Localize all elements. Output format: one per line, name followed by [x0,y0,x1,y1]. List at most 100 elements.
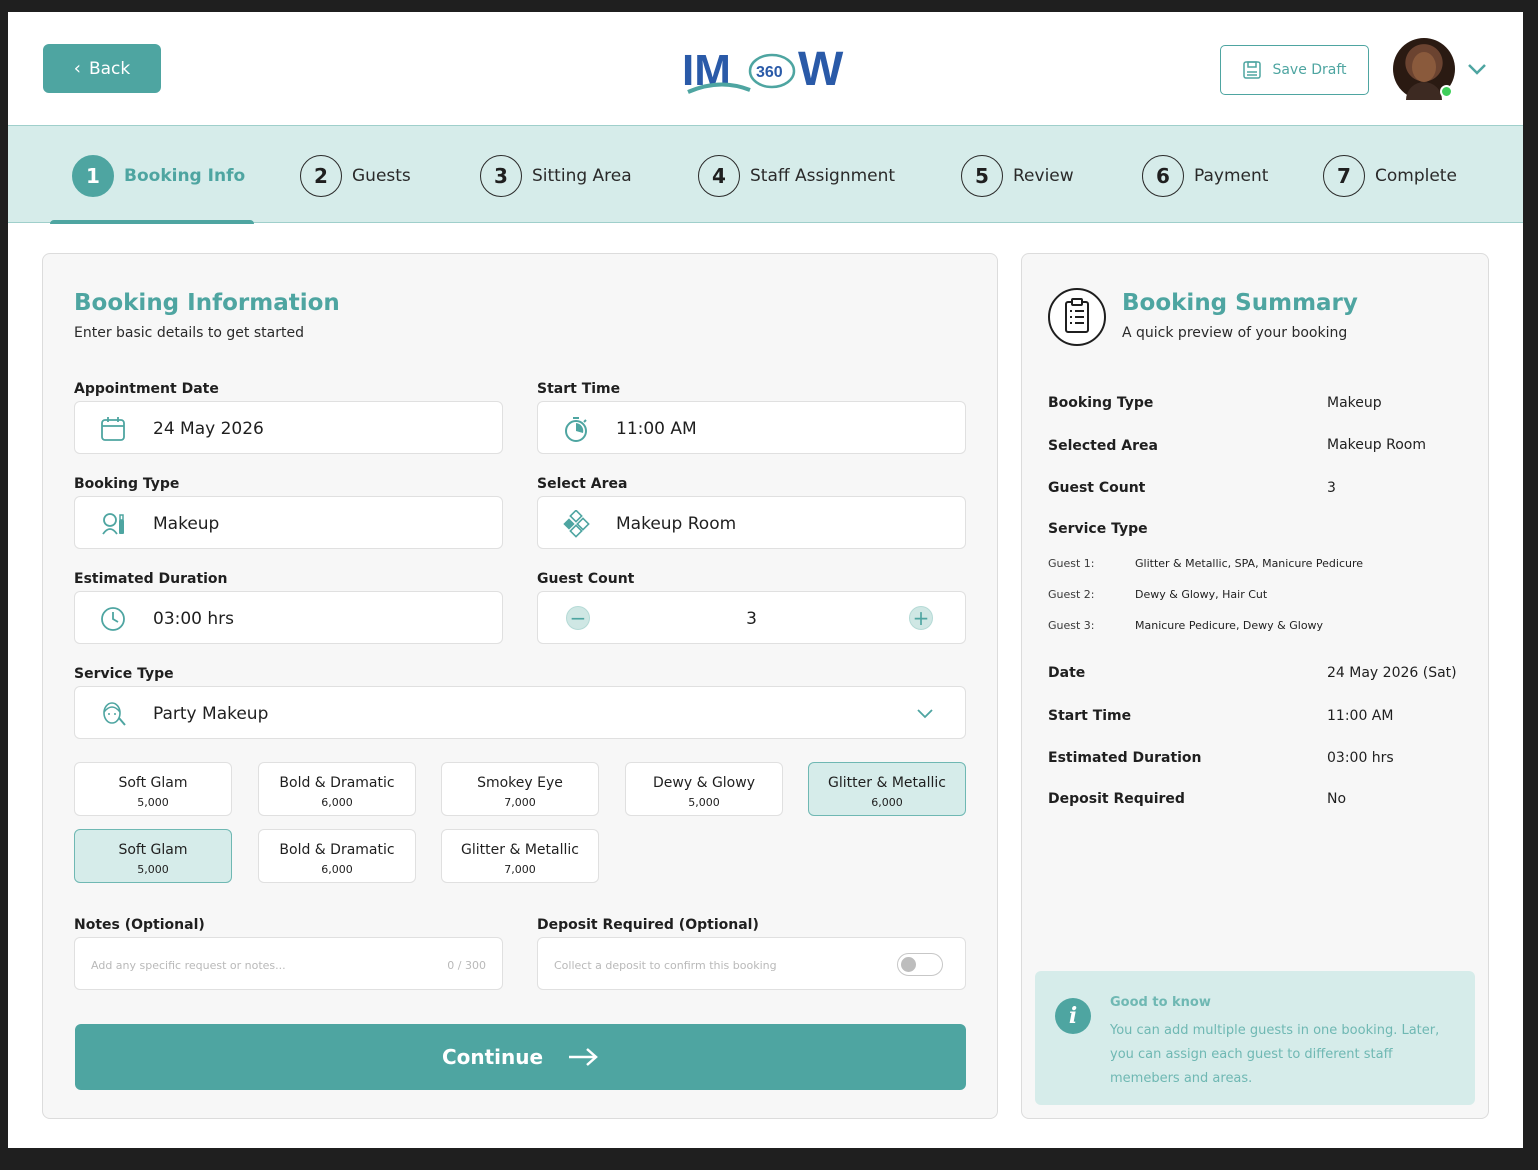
save-icon [1243,61,1262,79]
user-avatar[interactable] [1393,38,1455,100]
clock-icon [101,607,125,631]
option-price: 6,000 [321,796,353,809]
save-draft-label: Save Draft [1272,62,1347,78]
progress-stepper: 1 Booking Info 2 Guests 3 Sitting Area 4… [8,125,1523,224]
step-guests[interactable]: 2 Guests [300,155,411,197]
appointment-date-value: 24 May 2026 [153,419,264,439]
service-type-select[interactable]: Party Makeup [74,686,966,739]
step-review[interactable]: 5 Review [961,155,1074,197]
increment-button[interactable]: + [909,606,933,630]
guest-count-value: 3 [746,609,757,629]
notes-placeholder: Add any specific request or notes... [91,959,286,972]
step-complete[interactable]: 7 Complete [1323,155,1457,197]
option-price: 5,000 [137,796,169,809]
step-sitting-area[interactable]: 3 Sitting Area [480,155,632,197]
deposit-field: Collect a deposit to confirm this bookin… [537,937,966,990]
start-time-field[interactable]: 11:00 AM [537,401,966,454]
active-step-indicator [50,220,254,224]
top-header: ‹ Back IM 360 W Save Draft [8,12,1523,125]
summary-date-value: 24 May 2026 (Sat) [1327,665,1457,681]
duration-field[interactable]: 03:00 hrs [74,591,503,644]
good-to-know-box: i Good to know You can add multiple gues… [1035,971,1475,1105]
option-name: Dewy & Glowy [653,775,755,791]
service-type-value: Party Makeup [153,704,269,724]
guest-1-label: Guest 1: [1048,557,1095,570]
guest-1-services: Glitter & Metallic, SPA, Manicure Pedicu… [1135,557,1364,570]
step-number: 2 [300,155,342,197]
appointment-date-field[interactable]: 24 May 2026 [74,401,503,454]
step-number: 5 [961,155,1003,197]
option-name: Bold & Dramatic [279,775,395,791]
service-option-chip[interactable]: Dewy & Glowy 5,000 [625,762,783,816]
form-subtitle: Enter basic details to get started [74,325,304,341]
summary-duration-label: Estimated Duration [1048,750,1202,766]
arrow-right-icon [569,1048,598,1066]
notes-label: Notes (Optional) [74,917,205,933]
duration-value: 03:00 hrs [153,609,235,629]
guest-count-stepper: − 3 + [537,591,966,644]
face-makeup-icon [103,702,126,726]
guest-3-label: Guest 3: [1048,619,1095,632]
option-name: Glitter & Metallic [461,842,579,858]
service-option-chip[interactable]: Glitter & Metallic 7,000 [441,829,599,883]
step-label: Booking Info [124,166,246,186]
duration-label: Estimated Duration [74,571,228,587]
info-text: You can add multiple guests in one booki… [1110,1023,1440,1086]
continue-label: Continue [441,1045,544,1069]
notes-char-count: 0 / 300 [447,959,486,972]
option-price: 7,000 [504,796,536,809]
continue-button[interactable]: Continue [75,1024,966,1090]
form-title: Booking Information [74,290,340,316]
service-option-chip-selected[interactable]: Glitter & Metallic 6,000 [808,762,966,816]
chevron-down-icon [917,709,933,719]
summary-title: Booking Summary [1122,290,1358,316]
guest-3-services: Manicure Pedicure, Dewy & Glowy [1135,619,1324,632]
makeup-icon [102,513,124,535]
step-label: Guests [352,166,411,186]
summary-date-label: Date [1048,665,1086,681]
service-option-chip[interactable]: Soft Glam 5,000 [74,762,232,816]
option-price: 7,000 [504,863,536,876]
service-option-chip[interactable]: Smokey Eye 7,000 [441,762,599,816]
logo-badge: 360 [756,64,783,81]
booking-summary-card: Booking Summary A quick preview of your … [1021,253,1489,1119]
step-label: Staff Assignment [750,166,896,186]
booking-type-label: Booking Type [74,476,180,492]
option-price: 5,000 [688,796,720,809]
start-time-label: Start Time [537,381,621,397]
service-type-label: Service Type [74,666,174,682]
step-number: 6 [1142,155,1184,197]
summary-subtitle: A quick preview of your booking [1122,325,1348,341]
service-option-chip[interactable]: Bold & Dramatic 6,000 [258,829,416,883]
deposit-placeholder: Collect a deposit to confirm this bookin… [554,959,777,972]
stopwatch-icon [565,417,587,442]
chevron-left-icon: ‹ [73,58,81,79]
step-staff-assignment[interactable]: 4 Staff Assignment [698,155,895,197]
chevron-down-icon[interactable] [1466,58,1488,80]
step-booking-info[interactable]: 1 Booking Info [72,155,245,197]
calendar-icon [101,417,125,441]
step-number: 1 [72,155,114,197]
notes-input[interactable]: Add any specific request or notes... 0 /… [74,937,503,990]
select-area-label: Select Area [537,476,628,492]
back-button[interactable]: ‹ Back [43,44,161,93]
service-option-chip[interactable]: Bold & Dramatic 6,000 [258,762,416,816]
option-name: Smokey Eye [477,775,563,791]
select-area-field[interactable]: Makeup Room [537,496,966,549]
service-option-chip-selected[interactable]: Soft Glam 5,000 [74,829,232,883]
booking-type-field[interactable]: Makeup [74,496,503,549]
step-number: 3 [480,155,522,197]
deposit-label: Deposit Required (Optional) [537,917,759,933]
booking-type-value: Makeup [153,514,220,534]
logo-text-right: W [798,43,844,96]
option-price: 6,000 [871,796,903,809]
summary-duration-value: 03:00 hrs [1327,750,1394,766]
summary-selected-area-label: Selected Area [1048,438,1158,454]
save-draft-button[interactable]: Save Draft [1220,45,1369,95]
online-status-dot [1440,85,1453,98]
step-label: Complete [1375,166,1457,186]
summary-booking-type-value: Makeup [1327,395,1382,411]
info-icon: i [1055,998,1091,1034]
deposit-toggle[interactable] [897,953,943,976]
step-payment[interactable]: 6 Payment [1142,155,1268,197]
